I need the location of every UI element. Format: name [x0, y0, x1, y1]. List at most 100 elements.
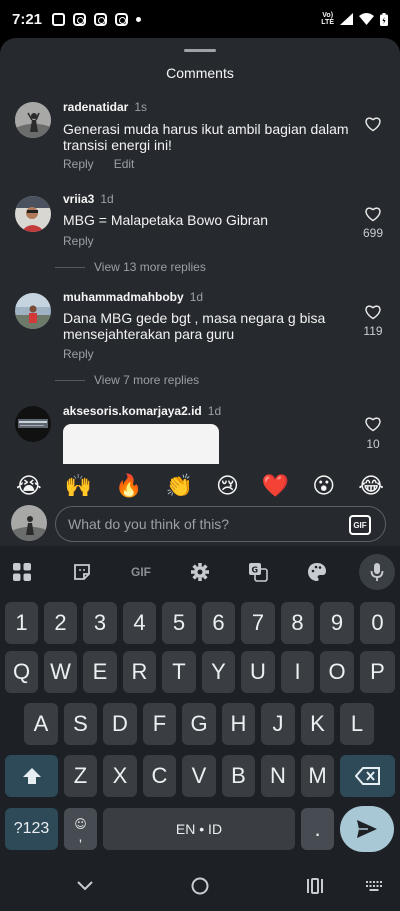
emoji-joy[interactable]: 😂 — [358, 474, 384, 499]
key-h[interactable]: H — [222, 703, 255, 745]
key-z[interactable]: Z — [64, 755, 97, 797]
drag-handle[interactable] — [184, 49, 216, 52]
gif-button[interactable]: GIF — [349, 515, 371, 535]
period-key[interactable]: . — [301, 808, 334, 850]
comment-username[interactable]: aksesoris.komarjaya2.id 1d — [63, 404, 221, 418]
key-1[interactable]: 1 — [5, 602, 38, 644]
username-text[interactable]: aksesoris.komarjaya2.id — [63, 404, 202, 418]
emoji-loudly-crying[interactable]: 😭 — [16, 474, 42, 499]
settings-gear-icon[interactable] — [182, 554, 218, 590]
key-w[interactable]: W — [44, 651, 77, 693]
comment-input-box[interactable]: GIF — [55, 506, 386, 542]
key-s[interactable]: S — [64, 703, 97, 745]
comment-image-preview[interactable] — [63, 424, 219, 464]
notification-icons — [52, 12, 142, 26]
key-p[interactable]: P — [360, 651, 395, 693]
like-count: 699 — [362, 226, 384, 240]
heart-icon[interactable] — [364, 116, 382, 132]
key-4[interactable]: 4 — [123, 602, 156, 644]
key-y[interactable]: Y — [202, 651, 235, 693]
emoji-fire[interactable]: 🔥 — [115, 474, 142, 499]
key-f[interactable]: F — [143, 703, 176, 745]
palette-icon[interactable] — [299, 554, 335, 590]
key-o[interactable]: O — [320, 651, 354, 693]
keyboard-toolbar: GIF G — [0, 554, 400, 590]
translate-icon[interactable]: G — [240, 554, 276, 590]
emoji-surprised[interactable]: 😮 — [312, 474, 335, 499]
view-more-replies[interactable]: View 7 more replies — [55, 373, 199, 387]
microphone-icon[interactable] — [359, 554, 395, 590]
key-a[interactable]: A — [24, 703, 58, 745]
keyboard-switch-icon[interactable] — [359, 873, 389, 899]
key-u[interactable]: U — [241, 651, 275, 693]
space-key[interactable]: EN • ID — [103, 808, 295, 850]
comment-text: Generasi muda harus ikut ambil bagian da… — [63, 121, 349, 153]
avatar[interactable] — [15, 196, 51, 232]
comment-input[interactable] — [68, 507, 338, 541]
username-text[interactable]: vriia3 — [63, 192, 94, 206]
view-more-replies-label[interactable]: View 13 more replies — [94, 260, 206, 274]
key-2[interactable]: 2 — [44, 602, 77, 644]
key-q[interactable]: Q — [5, 651, 38, 693]
emoji-clapping[interactable]: 👏 — [166, 474, 193, 499]
key-l[interactable]: L — [340, 703, 374, 745]
home-button[interactable] — [185, 873, 215, 899]
key-b[interactable]: B — [222, 755, 255, 797]
chevron-down-icon[interactable] — [70, 873, 100, 899]
avatar[interactable] — [15, 406, 51, 442]
comment-username[interactable]: vriia3 1d — [63, 192, 114, 206]
key-d[interactable]: D — [103, 703, 137, 745]
key-0[interactable]: 0 — [360, 602, 395, 644]
key-r[interactable]: R — [123, 651, 156, 693]
instagram-icon — [115, 12, 129, 26]
avatar[interactable] — [15, 102, 51, 138]
sheet-title: Comments — [166, 65, 234, 81]
key-n[interactable]: N — [261, 755, 295, 797]
key-5[interactable]: 5 — [162, 602, 196, 644]
username-text[interactable]: radenatidar — [63, 100, 128, 114]
reply-button[interactable]: Reply — [63, 347, 94, 361]
symbols-key[interactable]: ?123 — [5, 808, 58, 850]
key-j[interactable]: J — [261, 703, 295, 745]
emoji-crying[interactable]: 😢 — [216, 474, 239, 499]
view-more-replies[interactable]: View 13 more replies — [55, 260, 206, 274]
key-3[interactable]: 3 — [83, 602, 117, 644]
gif-tab[interactable]: GIF — [123, 554, 159, 590]
comma-label: , — [78, 828, 83, 844]
like-count: 10 — [366, 437, 380, 451]
emoji-comma-key[interactable]: ☺ , — [64, 808, 97, 850]
comment-username[interactable]: radenatidar 1s — [63, 100, 147, 114]
comment-time: 1d — [207, 404, 222, 418]
reply-button[interactable]: Reply — [63, 157, 94, 171]
key-m[interactable]: M — [301, 755, 334, 797]
key-6[interactable]: 6 — [202, 602, 235, 644]
key-e[interactable]: E — [83, 651, 117, 693]
key-t[interactable]: T — [162, 651, 196, 693]
send-button[interactable] — [340, 806, 394, 852]
recents-button[interactable] — [300, 873, 330, 899]
key-v[interactable]: V — [182, 755, 216, 797]
avatar[interactable] — [15, 293, 51, 329]
shift-key[interactable] — [5, 755, 58, 797]
heart-icon[interactable] — [364, 416, 382, 432]
sticker-icon[interactable] — [64, 554, 100, 590]
key-k[interactable]: K — [301, 703, 334, 745]
apps-grid-icon[interactable] — [4, 554, 40, 590]
comment-username[interactable]: muhammadmahboby 1d — [63, 290, 203, 304]
emoji-raising-hands[interactable]: 🙌 — [65, 474, 92, 499]
edit-button[interactable]: Edit — [114, 157, 135, 171]
backspace-key[interactable] — [340, 755, 395, 797]
key-i[interactable]: I — [281, 651, 314, 693]
key-g[interactable]: G — [182, 703, 216, 745]
key-7[interactable]: 7 — [241, 602, 275, 644]
heart-icon[interactable] — [364, 206, 382, 222]
view-more-replies-label[interactable]: View 7 more replies — [94, 373, 199, 387]
reply-button[interactable]: Reply — [63, 234, 94, 248]
key-x[interactable]: X — [103, 755, 137, 797]
key-9[interactable]: 9 — [320, 602, 354, 644]
heart-icon[interactable] — [364, 304, 382, 320]
username-text[interactable]: muhammadmahboby — [63, 290, 184, 304]
key-8[interactable]: 8 — [281, 602, 314, 644]
key-c[interactable]: C — [143, 755, 176, 797]
emoji-heart[interactable]: ❤️ — [262, 474, 289, 499]
